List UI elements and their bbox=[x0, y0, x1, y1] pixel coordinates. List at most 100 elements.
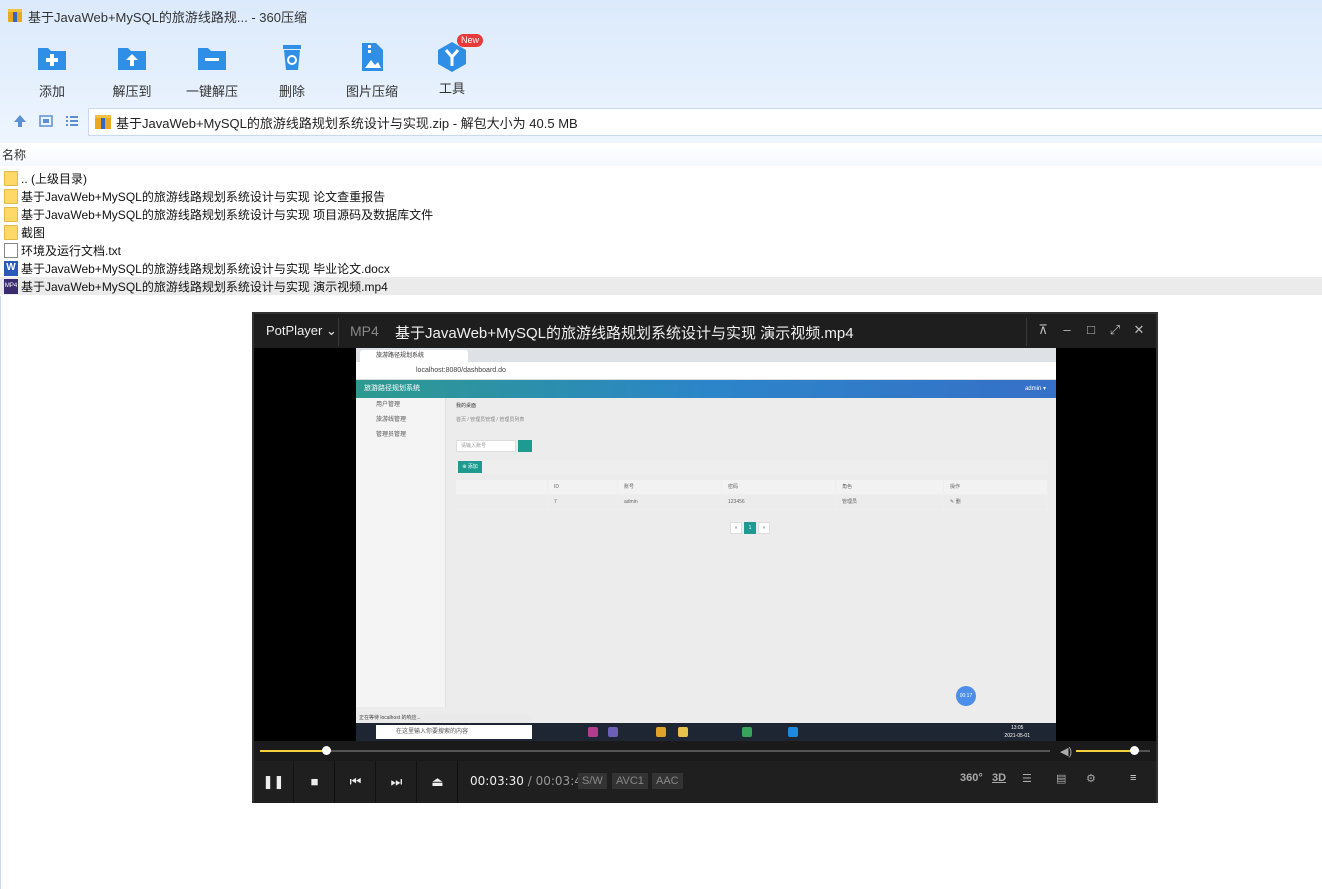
tag-aac[interactable]: AAC bbox=[652, 773, 683, 789]
thumbnail-view-icon[interactable] bbox=[38, 113, 54, 129]
extract-to-label: 解压到 bbox=[112, 84, 152, 99]
web-app-header: 旅游路径规划系统 admin ▾ bbox=[356, 380, 1056, 398]
web-page-tab: 我的桌面 bbox=[456, 403, 477, 409]
web-table-cell: 123456 bbox=[722, 495, 836, 509]
file-row[interactable]: W 基于JavaWeb+MySQL的旅游线路规划系统设计与实现 毕业论文.docx bbox=[0, 259, 1322, 277]
file-list: .. (上级目录) 基于JavaWeb+MySQL的旅游线路规划系统设计与实现 论… bbox=[0, 169, 1322, 295]
volume-slider[interactable] bbox=[1076, 746, 1150, 755]
seek-progress bbox=[260, 750, 326, 752]
path-text: 基于JavaWeb+MySQL的旅游线路规划系统设计与实现.zip - 解包大小… bbox=[116, 115, 578, 131]
web-main: 我的桌面 首页 / 管理员管理 / 管理员列表 请输入账号 ⊕ 添加 ID 账号密… bbox=[448, 398, 1052, 707]
time-separator: / bbox=[527, 774, 532, 788]
file-name: 基于JavaWeb+MySQL的旅游线路规划系统设计与实现 项目源码及数据库文件 bbox=[21, 207, 434, 222]
eject-button[interactable]: ⏏ bbox=[418, 761, 458, 803]
next-button[interactable]: ⏭ bbox=[377, 761, 417, 803]
pause-icon: ❚❚ bbox=[262, 774, 285, 789]
folder-icon bbox=[4, 206, 18, 222]
volume-level bbox=[1076, 750, 1134, 752]
app-icon bbox=[588, 727, 598, 737]
file-row[interactable]: 基于JavaWeb+MySQL的旅游线路规划系统设计与实现 项目源码及数据库文件 bbox=[0, 205, 1322, 223]
stop-button[interactable]: ■ bbox=[295, 761, 335, 803]
file-row[interactable]: 截图 bbox=[0, 223, 1322, 241]
seek-handle[interactable] bbox=[321, 746, 331, 755]
web-table-cell bbox=[456, 480, 548, 494]
divider bbox=[1026, 318, 1027, 346]
list-view-icon[interactable] bbox=[64, 113, 80, 129]
app-icon bbox=[742, 727, 752, 737]
file-row[interactable]: 基于JavaWeb+MySQL的旅游线路规划系统设计与实现 论文查重报告 bbox=[0, 187, 1322, 205]
toolbar: 添加 解压到 一键解压 删除 图片压缩 New 工具 bbox=[0, 34, 1322, 100]
zip-file-icon bbox=[95, 115, 111, 129]
vr-360-icon[interactable]: 360° bbox=[960, 772, 983, 784]
extract-to-button[interactable]: 解压到 bbox=[92, 36, 172, 100]
window-title: 基于JavaWeb+MySQL的旅游线路规... - 360压缩 bbox=[28, 9, 307, 25]
file-row[interactable]: MP4 基于JavaWeb+MySQL的旅游线路规划系统设计与实现 演示视频.mp… bbox=[0, 277, 1322, 295]
web-table-row: ID 账号 密码 角色 操作 bbox=[456, 480, 1048, 495]
maximize-icon[interactable]: □ bbox=[1084, 323, 1098, 337]
app-icon bbox=[608, 727, 618, 737]
path-field[interactable]: 基于JavaWeb+MySQL的旅游线路规划系统设计与实现.zip - 解包大小… bbox=[88, 108, 1322, 136]
web-pager-next: » bbox=[758, 522, 770, 534]
address-bar: 基于JavaWeb+MySQL的旅游线路规划系统设计与实现.zip - 解包大小… bbox=[0, 106, 1322, 136]
tag-sw[interactable]: S/W bbox=[578, 773, 607, 789]
web-table-cell: ✎ 删 bbox=[944, 495, 1048, 509]
tag-avc1[interactable]: AVC1 bbox=[612, 773, 648, 789]
menu-icon[interactable]: ≡ bbox=[1130, 772, 1136, 784]
3d-icon[interactable]: 3D bbox=[992, 772, 1006, 784]
delete-button[interactable]: 删除 bbox=[252, 36, 332, 100]
docx-file-icon: W bbox=[4, 260, 18, 276]
minimize-icon[interactable]: – bbox=[1060, 323, 1074, 337]
playlist-search-icon[interactable]: ☰ bbox=[1022, 772, 1032, 785]
volume-handle[interactable] bbox=[1129, 746, 1139, 755]
file-row[interactable]: 环境及运行文档.txt bbox=[0, 241, 1322, 259]
app-icon bbox=[788, 727, 798, 737]
web-sidebar-item: 旅游线管理 bbox=[376, 417, 407, 423]
app-icon bbox=[678, 727, 688, 737]
web-table-cell: 密码 bbox=[722, 480, 836, 494]
clock-date: 2021-05-01 bbox=[1004, 733, 1030, 739]
browser-tabbar: 旅游路径规划系统 bbox=[356, 348, 1056, 362]
eject-icon: ⏏ bbox=[431, 774, 444, 789]
web-pager-current: 1 bbox=[744, 522, 756, 534]
player-menu-button[interactable]: PotPlayer ⌄ bbox=[266, 323, 337, 339]
prev-button[interactable]: ⏮ bbox=[336, 761, 376, 803]
web-pager: « 1 » bbox=[730, 522, 770, 534]
time-current: 00:03:30 bbox=[470, 774, 524, 788]
one-click-extract-button[interactable]: 一键解压 bbox=[172, 36, 252, 100]
web-table-cell: 7 bbox=[548, 495, 618, 509]
add-button[interactable]: 添加 bbox=[12, 36, 92, 100]
web-breadcrumb: 首页 / 管理员管理 / 管理员列表 bbox=[456, 417, 525, 423]
divider bbox=[0, 296, 1, 889]
file-name: 基于JavaWeb+MySQL的旅游线路规划系统设计与实现 毕业论文.docx bbox=[21, 261, 390, 276]
web-sidebar-item: 管理员管理 bbox=[376, 432, 407, 438]
web-table-cell: 管理员 bbox=[836, 495, 944, 509]
video-frame[interactable]: 旅游路径规划系统 localhost:8080/dashboard.do 旅游路… bbox=[356, 348, 1056, 741]
one-click-extract-label: 一键解压 bbox=[185, 84, 238, 99]
pause-button[interactable]: ❚❚ bbox=[254, 761, 294, 803]
seek-bar[interactable] bbox=[260, 746, 1050, 755]
folder-icon bbox=[4, 224, 18, 240]
web-app-title: 旅游路径规划系统 bbox=[364, 385, 420, 392]
close-icon[interactable]: ✕ bbox=[1132, 323, 1146, 337]
taskbar-search: 在这里输入你要搜索的内容 bbox=[376, 725, 532, 739]
folder-icon bbox=[4, 170, 18, 186]
pin-icon[interactable]: ⊼ bbox=[1036, 323, 1050, 337]
next-icon: ⏭ bbox=[390, 774, 403, 789]
web-status-text: 正在等待 localhost 的响应... bbox=[356, 714, 532, 723]
windows-taskbar: 在这里输入你要搜索的内容 13:05 2021-05-01 bbox=[356, 723, 1056, 741]
speaker-icon[interactable]: ◀) bbox=[1060, 745, 1072, 758]
web-table-cell: ID bbox=[548, 480, 618, 494]
tools-button[interactable]: New 工具 bbox=[412, 34, 492, 97]
divider bbox=[338, 318, 339, 346]
up-arrow-icon[interactable] bbox=[12, 113, 28, 129]
chapter-icon[interactable]: ▤ bbox=[1056, 772, 1066, 785]
image-compress-button[interactable]: 图片压缩 bbox=[332, 36, 412, 100]
fullscreen-icon[interactable]: ⤢ bbox=[1108, 323, 1122, 337]
file-row[interactable]: .. (上级目录) bbox=[0, 169, 1322, 187]
settings-gear-icon[interactable]: ⚙ bbox=[1086, 772, 1096, 785]
title-bar: 基于JavaWeb+MySQL的旅游线路规... - 360压缩 bbox=[0, 0, 1322, 32]
image-compress-icon bbox=[362, 43, 383, 71]
column-header-name[interactable]: 名称 bbox=[0, 146, 1322, 166]
tools-label: 工具 bbox=[438, 81, 465, 96]
one-click-extract-icon bbox=[198, 48, 226, 70]
